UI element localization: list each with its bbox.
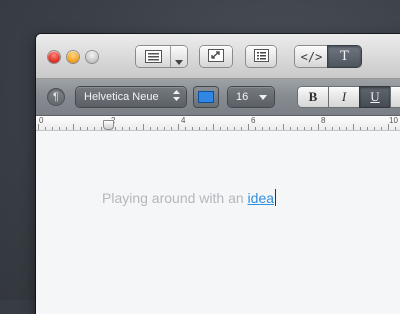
ruler-label-10: 10 [389,116,398,125]
ruler-tick [157,127,158,130]
text-color-well[interactable] [194,87,218,107]
ruler-tick [143,124,144,130]
bold-label: B [308,89,318,104]
indent-marker[interactable] [103,120,114,130]
bold-button[interactable]: B [298,87,328,107]
ruler-tick [248,124,249,130]
ruler-tick [297,127,298,130]
ruler-label-6: 6 [251,116,256,125]
ruler-tick [360,127,361,130]
zoom-button[interactable] [86,51,98,63]
ruler-tick [150,127,151,130]
outline-button[interactable] [246,46,276,67]
ruler-tick [227,127,228,130]
text-caret [275,189,277,206]
ruler-tick [192,127,193,130]
close-button[interactable] [48,51,60,63]
title-bar: </> T [36,34,400,79]
editor-window: </> T ¶ Helvetica Neue 16 B I U 0 4 6 8 … [36,34,400,314]
expand-arrows-icon [208,48,224,65]
fullscreen-button[interactable] [200,46,232,67]
ruler-tick [45,127,46,130]
text-view-label: T [340,49,349,64]
ruler-tick [52,127,53,130]
ruler-tick [122,127,123,130]
ruler-tick [255,127,256,130]
font-family-select[interactable]: Helvetica Neue [76,87,186,107]
ruler-tick [101,127,102,130]
ruler-tick [38,124,39,130]
ruler-tick [73,124,74,130]
ruler-tick [353,124,354,130]
ruler-tick [374,127,375,130]
ruler-tick [367,127,368,130]
ruler-tick [115,127,116,130]
ruler-tick [332,127,333,130]
ruler-tick [388,124,389,130]
ruler-tick [136,127,137,130]
body-text: Playing around with an [102,190,248,206]
ruler-tick [164,127,165,130]
code-view-button[interactable]: </> [295,46,328,67]
ruler-tick [339,127,340,130]
ruler-tick [395,127,396,130]
ruler-tick [66,127,67,130]
document-area[interactable]: Playing around with an idea [36,131,400,314]
chevron-down-icon [175,54,183,68]
ruler-tick [311,127,312,130]
ruler-tick [171,127,172,130]
italic-button[interactable]: I [329,87,359,107]
up-down-arrows-icon [173,90,180,104]
link-text[interactable]: idea [248,190,274,206]
italic-label: I [341,89,347,104]
color-swatch [198,91,214,103]
ruler-tick [129,127,130,130]
ruler-tick [381,127,382,130]
ruler-tick [220,127,221,130]
chevron-down-icon [259,91,267,103]
underline-label: U [370,89,380,104]
ruler-label-0: 0 [39,116,44,125]
ruler-tick [276,127,277,130]
ruler-label-4: 4 [181,116,186,125]
ruler-tick [185,127,186,130]
ruler-tick [94,127,95,130]
ruler-tick [346,127,347,130]
ruler-tick [59,127,60,130]
ruler-tick [325,127,326,130]
ruler-tick [269,127,270,130]
ruler-tick [178,124,179,130]
ruler-tick [80,127,81,130]
ruler-tick [241,127,242,130]
ruler-tick [234,127,235,130]
ruler: 0 2 4 6 8 10 [36,116,400,131]
ruler-tick [304,127,305,130]
ruler-tick [283,124,284,130]
pilcrow-icon: ¶ [53,91,59,103]
font-size-select[interactable]: 16 [228,87,274,107]
paragraph-button[interactable]: ¶ [48,89,64,105]
paragraph-format-icon [145,50,162,66]
ruler-tick [290,127,291,130]
ruler-tick [199,127,200,130]
ruler-tick [318,124,319,130]
format-menu-button[interactable] [136,46,187,67]
list-icon [253,48,269,65]
code-icon: </> [300,49,323,64]
ruler-tick [213,124,214,130]
underline-button[interactable]: U [360,87,390,107]
ruler-tick [206,127,207,130]
format-toolbar: ¶ Helvetica Neue 16 B I U [36,79,400,116]
ruler-tick [262,127,263,130]
ruler-label-8: 8 [321,116,326,125]
document-text[interactable]: Playing around with an idea [102,189,277,206]
strikethrough-button[interactable] [391,87,400,107]
ruler-tick [87,127,88,130]
font-size-value: 16 [236,91,249,103]
font-family-value: Helvetica Neue [84,91,159,103]
text-view-button[interactable]: T [328,46,361,67]
minimize-button[interactable] [67,51,79,63]
